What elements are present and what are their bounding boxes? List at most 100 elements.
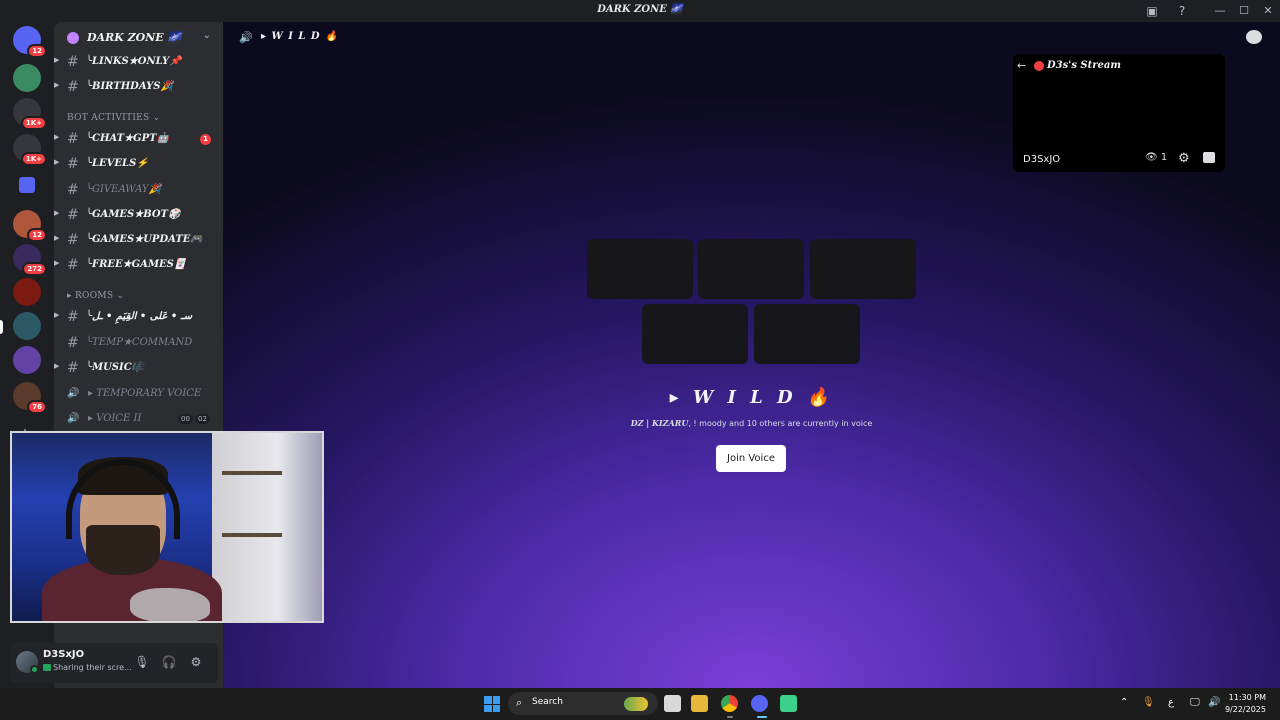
discord-taskbar-icon[interactable] bbox=[751, 695, 768, 712]
expand-arrow-icon: ▶ bbox=[54, 158, 60, 166]
channel-label: ╰CHAT★GPT🤖 bbox=[86, 133, 169, 144]
hash-icon: # bbox=[67, 360, 79, 376]
taskbar-clock[interactable]: 11:30 PM 9/22/2025 bbox=[1225, 692, 1266, 716]
channel-games-update[interactable]: ▶ # ╰GAMES★UPDATE🎮 bbox=[54, 229, 223, 251]
webcam-door-frame bbox=[222, 533, 282, 537]
search-label: Search bbox=[532, 697, 563, 707]
voice-members-summary: DZ | KIZARU, ! moody and 10 others are c… bbox=[223, 418, 1280, 428]
chat-bubble-icon[interactable] bbox=[1246, 30, 1262, 44]
streamer-name: D3SxJO bbox=[1023, 154, 1061, 165]
help-icon[interactable]: ? bbox=[1174, 3, 1190, 19]
window-title: DARK ZONE 🌌 bbox=[597, 4, 683, 15]
inbox-icon[interactable]: ▣ bbox=[1144, 3, 1160, 19]
tray-overflow-icon[interactable]: ⌃ bbox=[1120, 697, 1128, 708]
stream-preview-card[interactable]: ← D3s's Stream D3SxJO 👁 1 ⚙ bbox=[1013, 54, 1225, 172]
stop-stream-icon[interactable] bbox=[1203, 152, 1215, 163]
maximize-button[interactable]: ☐ bbox=[1232, 2, 1256, 20]
channel-label: ╰LEVELS⚡ bbox=[86, 158, 149, 169]
clock-date: 9/22/2025 bbox=[1224, 705, 1266, 714]
hash-icon: # bbox=[67, 131, 79, 147]
file-explorer-icon[interactable] bbox=[691, 695, 708, 712]
channel-music[interactable]: ▶ # ╰MUSIC🎼 bbox=[54, 357, 223, 379]
voice-user-limit: 02 bbox=[195, 414, 210, 424]
server-icon-fire[interactable] bbox=[13, 278, 41, 306]
voice-channel-temporary-voice[interactable]: 🔊 ▸ TEMPORARY VOICE bbox=[54, 383, 223, 405]
selected-server-pill bbox=[0, 320, 3, 334]
speaker-icon: 🔊 bbox=[239, 31, 253, 44]
volume-icon[interactable]: 🔊 bbox=[1208, 697, 1220, 708]
category-rooms[interactable]: ▸ ROOMS ⌄ bbox=[67, 291, 124, 301]
channel-levels[interactable]: ▶ # ╰LEVELS⚡ bbox=[54, 153, 223, 175]
back-arrow-icon[interactable]: ← bbox=[1017, 59, 1026, 72]
folder-badge-2: 1K+ bbox=[20, 152, 47, 166]
channel-games-bot[interactable]: ▶ # ╰GAMES★BOT🎲 bbox=[54, 204, 223, 226]
task-view-icon[interactable] bbox=[664, 695, 681, 712]
participant-tile[interactable] bbox=[810, 239, 916, 299]
channel-temp-command[interactable]: # ╰TEMP★COMMAND bbox=[54, 332, 223, 354]
server-header[interactable]: DARK ZONE 🌌 ⌄ bbox=[54, 26, 223, 50]
server-icon-dz[interactable]: 272 bbox=[13, 244, 47, 276]
taskbar-search[interactable]: ⌕ Search bbox=[508, 692, 658, 715]
online-status-dot bbox=[30, 665, 39, 674]
expand-arrow-icon: ▶ bbox=[54, 234, 60, 242]
category-bot-activities[interactable]: BOT ACTIVITIES ⌄ bbox=[67, 113, 161, 123]
channel-birthdays[interactable]: ▶ # ╰BIRTHDAYS🎉 bbox=[54, 76, 223, 98]
channel-header: 🔊 ▸ W I L D 🔥 bbox=[223, 22, 1280, 54]
server-icon-twitch[interactable] bbox=[13, 346, 41, 374]
stream-settings-icon[interactable]: ⚙ bbox=[1178, 151, 1190, 166]
live-indicator-icon bbox=[1034, 61, 1044, 71]
headphones-icon[interactable]: 🎧 bbox=[160, 653, 178, 671]
windows-taskbar: ⌕ Search ⌃ 🎙 ع 🖵 🔊 11:30 PM 9/22/2025 bbox=[0, 688, 1280, 720]
close-button[interactable]: ✕ bbox=[1256, 2, 1280, 20]
network-icon[interactable]: 🖵 bbox=[1190, 697, 1200, 708]
dm-badge: 12 bbox=[27, 44, 47, 58]
user-status: Sharing their scre... bbox=[53, 663, 132, 672]
server-badge-mixed: 76 bbox=[27, 400, 47, 414]
windows-start-icon[interactable] bbox=[484, 696, 500, 712]
unread-badge: 1 bbox=[200, 134, 211, 145]
settings-gear-icon[interactable]: ⚙ bbox=[187, 653, 205, 671]
server-folder-1[interactable]: 1K+ bbox=[13, 98, 47, 130]
microphone-in-use-icon: 🎙 bbox=[1142, 697, 1155, 708]
hash-icon: # bbox=[67, 207, 79, 223]
expand-arrow-icon: ▶ bbox=[54, 56, 60, 64]
chrome-icon[interactable] bbox=[721, 695, 738, 712]
minimize-button[interactable]: — bbox=[1208, 2, 1232, 20]
input-language[interactable]: ع bbox=[1168, 697, 1174, 708]
channel-label: ╰TEMP★COMMAND bbox=[86, 337, 193, 348]
channel-label: ╰LINKS★ONLY📌 bbox=[86, 56, 182, 67]
channel-label: ╰MUSIC🎼 bbox=[86, 362, 145, 373]
join-voice-button[interactable]: Join Voice bbox=[716, 445, 786, 472]
expand-arrow-icon: ▶ bbox=[54, 209, 60, 217]
channel-arabic-room[interactable]: ▶ # ╰سـ • عَلى • القِيَمِ • ـل bbox=[54, 306, 223, 328]
channel-giveaway[interactable]: # ╰GIVEAWAY🎉 bbox=[54, 179, 223, 201]
channel-free-games[interactable]: ▶ # ╰FREE★GAMES🃏 bbox=[54, 254, 223, 276]
participant-tile[interactable] bbox=[642, 304, 748, 364]
server-folder-icon[interactable] bbox=[19, 177, 35, 193]
microphone-icon[interactable]: 🎙 bbox=[133, 653, 151, 671]
voice-channel-voice-ii[interactable]: 🔊 ▸ VOICE II 00 02 bbox=[54, 408, 223, 430]
hash-icon: # bbox=[67, 79, 79, 95]
expand-arrow-icon: ▶ bbox=[54, 311, 60, 319]
hash-icon: # bbox=[67, 156, 79, 172]
server-icon-dark-zone[interactable] bbox=[13, 312, 41, 340]
viewer-count-value: 1 bbox=[1160, 152, 1168, 163]
direct-messages-button[interactable]: 12 bbox=[13, 26, 47, 58]
server-folder-2[interactable]: 1K+ bbox=[13, 134, 47, 166]
participant-tile[interactable] bbox=[754, 304, 860, 364]
channel-chat-gpt[interactable]: ▶ # ╰CHAT★GPT🤖 1 bbox=[54, 128, 223, 150]
channel-title: ▸ W I L D 🔥 bbox=[261, 31, 339, 42]
server-icon-kai[interactable]: 12 bbox=[13, 210, 47, 242]
webcam-background-right bbox=[212, 433, 322, 621]
server-icon-xjo[interactable] bbox=[13, 64, 41, 92]
app-icon-green[interactable] bbox=[780, 695, 797, 712]
channel-links-only[interactable]: ▶ # ╰LINKS★ONLY📌 bbox=[54, 51, 223, 73]
username[interactable]: D3SxJO bbox=[43, 649, 84, 660]
viewer-count: 👁 1 bbox=[1145, 152, 1168, 163]
participant-tile[interactable] bbox=[698, 239, 804, 299]
server-icon-mixed[interactable]: 76 bbox=[13, 382, 47, 414]
participant-tile[interactable] bbox=[587, 239, 693, 299]
server-badge-dz: 272 bbox=[22, 262, 47, 276]
hash-icon: # bbox=[67, 335, 79, 351]
search-icon: ⌕ bbox=[516, 696, 523, 709]
